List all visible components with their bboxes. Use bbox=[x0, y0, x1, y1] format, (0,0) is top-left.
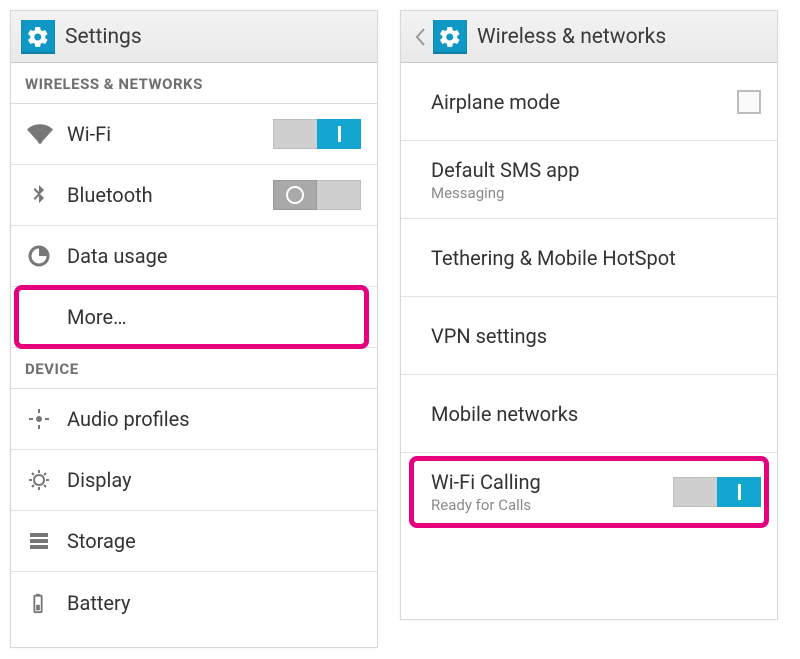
row-bluetooth[interactable]: Bluetooth bbox=[11, 165, 377, 226]
row-wifi-calling[interactable]: Wi-Fi Calling Ready for Calls bbox=[401, 453, 777, 531]
row-wifi[interactable]: Wi-Fi bbox=[11, 104, 377, 165]
storage-icon bbox=[27, 529, 67, 553]
settings-gear-icon bbox=[21, 20, 55, 54]
back-icon[interactable] bbox=[411, 20, 429, 54]
section-header-device: DEVICE bbox=[11, 348, 377, 389]
row-label: Mobile networks bbox=[431, 402, 761, 426]
row-airplane-mode[interactable]: Airplane mode bbox=[401, 63, 777, 141]
settings-list: WIRELESS & NETWORKS Wi-Fi Bluetooth Dat bbox=[11, 63, 377, 647]
section-header-wireless: WIRELESS & NETWORKS bbox=[11, 63, 377, 104]
page-title: Wireless & networks bbox=[477, 25, 666, 49]
row-data-usage[interactable]: Data usage bbox=[11, 226, 377, 287]
battery-icon bbox=[27, 591, 67, 615]
row-label: Storage bbox=[67, 529, 361, 553]
settings-gear-icon bbox=[433, 20, 467, 54]
wireless-networks-screen: Wireless & networks Airplane mode Defaul… bbox=[400, 10, 778, 620]
row-sublabel: Messaging bbox=[431, 184, 761, 202]
data-usage-icon bbox=[27, 244, 67, 268]
row-vpn-settings[interactable]: VPN settings bbox=[401, 297, 777, 375]
display-icon bbox=[27, 468, 67, 492]
row-label: Default SMS app bbox=[431, 158, 761, 182]
row-battery[interactable]: Battery bbox=[11, 572, 377, 633]
settings-screen: Settings WIRELESS & NETWORKS Wi-Fi Bluet… bbox=[10, 10, 378, 648]
row-display[interactable]: Display bbox=[11, 450, 377, 511]
row-label: Display bbox=[67, 468, 361, 492]
wifi-calling-toggle[interactable] bbox=[673, 477, 761, 507]
row-label: Audio profiles bbox=[67, 407, 361, 431]
row-storage[interactable]: Storage bbox=[11, 511, 377, 572]
row-more[interactable]: More… bbox=[11, 287, 377, 348]
row-mobile-networks[interactable]: Mobile networks bbox=[401, 375, 777, 453]
wifi-toggle[interactable] bbox=[273, 119, 361, 149]
bluetooth-toggle[interactable] bbox=[273, 180, 361, 210]
airplane-checkbox[interactable] bbox=[737, 90, 761, 114]
page-title: Settings bbox=[65, 25, 142, 49]
row-label: Tethering & Mobile HotSpot bbox=[431, 246, 761, 270]
wifi-icon bbox=[27, 121, 67, 147]
row-label: Airplane mode bbox=[431, 90, 737, 114]
row-audio-profiles[interactable]: Audio profiles bbox=[11, 389, 377, 450]
wireless-list: Airplane mode Default SMS app Messaging … bbox=[401, 63, 777, 619]
bluetooth-icon bbox=[27, 183, 67, 207]
audio-icon bbox=[27, 407, 67, 431]
row-default-sms[interactable]: Default SMS app Messaging bbox=[401, 141, 777, 219]
app-bar: Wireless & networks bbox=[401, 11, 777, 63]
row-label: Battery bbox=[67, 591, 361, 615]
row-label: Wi-Fi bbox=[67, 122, 273, 146]
row-tethering[interactable]: Tethering & Mobile HotSpot bbox=[401, 219, 777, 297]
row-label: Bluetooth bbox=[67, 183, 273, 207]
row-sublabel: Ready for Calls bbox=[431, 496, 673, 514]
row-label: VPN settings bbox=[431, 324, 761, 348]
row-label: Data usage bbox=[67, 244, 361, 268]
row-label: More… bbox=[67, 305, 361, 329]
app-bar: Settings bbox=[11, 11, 377, 63]
row-label: Wi-Fi Calling bbox=[431, 470, 673, 494]
